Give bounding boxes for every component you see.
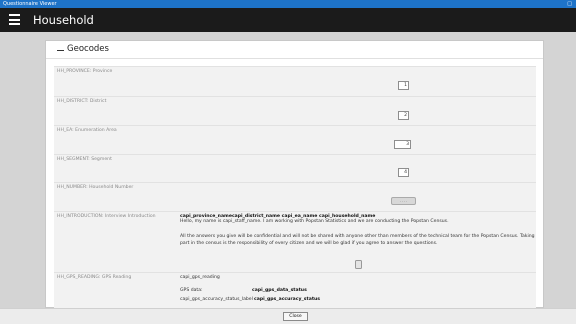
- collapse-icon[interactable]: [57, 50, 64, 52]
- segment-input[interactable]: 4: [398, 168, 409, 177]
- gps-accuracy-label: capi_gps_accuracy_status_label: [180, 297, 253, 302]
- question-label: HH_PROVINCE: Province: [57, 69, 113, 74]
- footer-bar: Close: [0, 308, 576, 324]
- main-content[interactable]: Geocodes HH_PROVINCE: Province 1 HH_DIST…: [0, 32, 576, 308]
- app-header: Household: [0, 8, 576, 32]
- hamburger-menu-icon[interactable]: [9, 14, 20, 25]
- question-row-ea: HH_EA: Enumeration Area 3: [54, 125, 536, 154]
- question-label: HH_EA: Enumeration Area: [57, 128, 117, 133]
- ea-input[interactable]: 3: [394, 140, 411, 149]
- section-title: Geocodes: [67, 44, 109, 54]
- household-number-input[interactable]: . . . .: [391, 197, 416, 205]
- question-row-introduction: HH_INTRODUCTION: Interview Introduction …: [54, 211, 536, 272]
- province-input[interactable]: 1: [398, 81, 409, 90]
- window-title: Questionnaire Viewer: [3, 1, 57, 7]
- gps-accuracy-status: capi_gps_accuracy_status: [254, 297, 321, 302]
- window-titlebar: Questionnaire Viewer □: [0, 0, 576, 8]
- question-label: HH_INTRODUCTION: Interview Introduction: [57, 214, 156, 219]
- question-row-province: HH_PROVINCE: Province 1: [54, 66, 536, 96]
- close-button[interactable]: Close: [283, 312, 308, 321]
- question-row-district: HH_DISTRICT: District 2: [54, 96, 536, 125]
- page-title: Household: [33, 13, 94, 27]
- intro-text-3: part in the census is the responsibility…: [180, 241, 438, 246]
- question-label: HH_GPS_READING: GPS Reading: [57, 275, 132, 280]
- question-label: HH_NUMBER: Household Number: [57, 185, 134, 190]
- gps-data-label: GPS data:: [180, 288, 203, 293]
- question-label: HH_DISTRICT: District: [57, 99, 107, 104]
- gps-data-status: capi_gps_data_status: [252, 288, 307, 293]
- intro-text-1: Hello, my name is capi_staff_name. I am …: [180, 219, 449, 224]
- intro-confirm-button[interactable]: [355, 260, 362, 269]
- question-row-household-number: HH_NUMBER: Household Number . . . .: [54, 182, 536, 211]
- question-row-segment: HH_SEGMENT: Segment 4: [54, 154, 536, 182]
- district-input[interactable]: 2: [398, 111, 409, 120]
- question-label: HH_SEGMENT: Segment: [57, 157, 112, 162]
- section-header[interactable]: Geocodes: [46, 41, 543, 59]
- gps-reading-text: capi_gps_reading: [180, 275, 220, 280]
- restore-icon[interactable]: □: [567, 0, 572, 8]
- question-row-gps: HH_GPS_READING: GPS Reading capi_gps_rea…: [54, 272, 536, 308]
- intro-text-2: All the answers you give will be confide…: [180, 234, 535, 239]
- geocodes-section: Geocodes HH_PROVINCE: Province 1 HH_DIST…: [45, 40, 544, 308]
